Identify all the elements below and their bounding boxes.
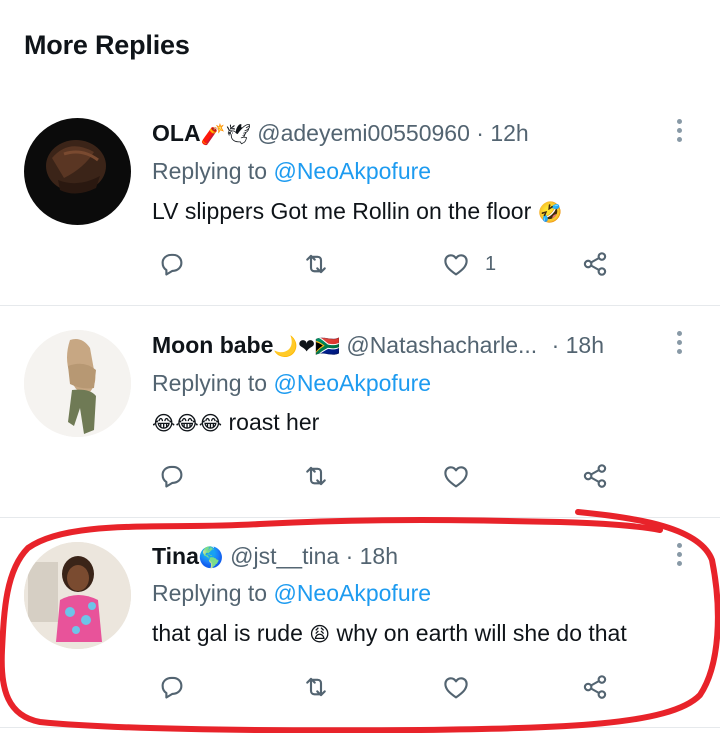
retweet-button[interactable]: [296, 456, 336, 496]
separator: ·: [551, 332, 560, 358]
display-name[interactable]: Moon babe: [152, 332, 273, 358]
reply-icon: [161, 253, 183, 276]
tweet-text-content: that gal is rude: [152, 620, 303, 646]
more-options-icon[interactable]: [668, 543, 690, 570]
reply-button[interactable]: [152, 667, 192, 707]
mention-link[interactable]: @NeoAkpofure: [273, 580, 431, 606]
tweet-emoji: 😩: [309, 622, 331, 646]
share-button[interactable]: [575, 244, 615, 284]
user-handle[interactable]: @Natashacharle...: [346, 332, 537, 358]
tweet-header: Tina🌎 @jst__tina · 18h: [152, 543, 398, 570]
user-handle[interactable]: @jst__tina: [230, 543, 339, 569]
tweet-header: OLA🧨🕊 @adeyemi00550960 · 12h: [152, 120, 529, 147]
tweet-emoji: 😂😂😂: [152, 411, 223, 435]
tweet-actions: 1: [0, 244, 720, 284]
share-icon: [583, 675, 607, 699]
display-name[interactable]: Tina: [152, 543, 199, 569]
tweet-text: that gal is rude 😩 why on earth will she…: [152, 620, 627, 647]
tweet-text-continued: why on earth will she do that: [336, 620, 627, 646]
like-button[interactable]: [436, 667, 476, 707]
name-emoji: 🌎: [198, 545, 224, 569]
retweet-icon: [306, 677, 326, 697]
replying-prefix: Replying to: [152, 158, 268, 184]
divider: [0, 305, 720, 306]
mention-link[interactable]: @NeoAkpofure: [273, 158, 431, 184]
display-name[interactable]: OLA: [152, 120, 201, 146]
more-options-icon[interactable]: [668, 331, 690, 358]
replying-to: Replying to @NeoAkpofure: [152, 370, 431, 397]
retweet-icon: [306, 466, 326, 486]
tweet-text-content: roast her: [228, 409, 320, 435]
reply-icon: [161, 465, 183, 488]
divider: [0, 727, 720, 728]
avatar[interactable]: [24, 330, 131, 437]
separator: ·: [476, 120, 484, 146]
timestamp[interactable]: 12h: [490, 120, 528, 146]
share-icon: [583, 464, 607, 488]
more-options-icon[interactable]: [668, 119, 690, 146]
timestamp[interactable]: 18h: [566, 332, 604, 358]
share-icon: [583, 252, 607, 276]
tweet-actions: [0, 456, 720, 496]
share-button[interactable]: [575, 667, 615, 707]
reply-button[interactable]: [152, 456, 192, 496]
share-button[interactable]: [575, 456, 615, 496]
section-title: More Replies: [24, 30, 190, 60]
like-icon: [444, 466, 468, 488]
tweet-text: LV slippers Got me Rollin on the floor 🤣: [152, 198, 563, 225]
replying-prefix: Replying to: [152, 370, 268, 396]
replying-to: Replying to @NeoAkpofure: [152, 580, 431, 607]
tweet-text-content: LV slippers Got me Rollin on the floor: [152, 198, 532, 224]
replying-to: Replying to @NeoAkpofure: [152, 158, 431, 185]
like-button[interactable]: [436, 244, 476, 284]
like-count: 1: [485, 253, 497, 275]
reply-icon: [161, 676, 183, 699]
retweet-button[interactable]: [296, 667, 336, 707]
tweet-actions: [0, 667, 720, 707]
replying-prefix: Replying to: [152, 580, 268, 606]
separator: ·: [345, 543, 354, 569]
name-emoji: 🧨🕊: [200, 122, 251, 146]
mention-link[interactable]: @NeoAkpofure: [273, 370, 431, 396]
divider: [0, 517, 720, 518]
reply-button[interactable]: [152, 244, 192, 284]
avatar[interactable]: [24, 542, 131, 649]
retweet-icon: [306, 254, 326, 274]
tweet-header: Moon babe🌙❤🇿🇦 @Natashacharle... · 18h: [152, 332, 604, 359]
like-icon: [444, 677, 468, 699]
avatar[interactable]: [24, 118, 131, 225]
tweet-text: 😂😂😂 roast her: [152, 409, 319, 436]
name-emoji: 🌙❤🇿🇦: [273, 334, 340, 358]
retweet-button[interactable]: [296, 244, 336, 284]
tweet-emoji: 🤣: [537, 200, 563, 224]
user-handle[interactable]: @adeyemi00550960: [257, 120, 470, 146]
timestamp[interactable]: 18h: [360, 543, 398, 569]
like-button[interactable]: [436, 456, 476, 496]
like-icon: [444, 254, 468, 276]
